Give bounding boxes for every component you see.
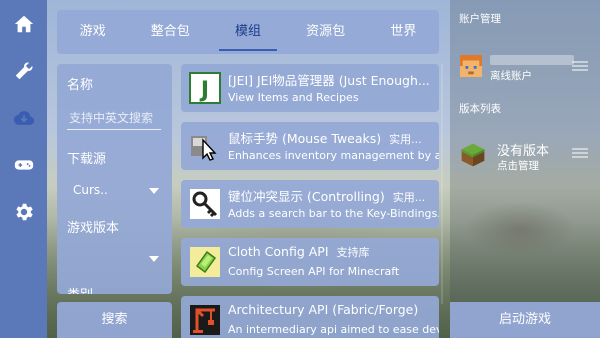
version-header: 版本列表: [459, 103, 501, 115]
mod-description: Config Screen API for Minecraft: [228, 265, 400, 278]
cloth-icon: [190, 247, 220, 277]
scrollbar[interactable]: [441, 64, 443, 304]
nav-tools-button[interactable]: [0, 47, 47, 94]
tab-modpack[interactable]: 整合包: [145, 10, 196, 54]
menu-icon[interactable]: [572, 61, 588, 73]
mod-title-text: Cloth Config API: [228, 244, 329, 259]
cloud-download-icon: [13, 110, 34, 125]
nav-download-button[interactable]: [0, 94, 47, 141]
dropdown-arrow-icon: [149, 256, 159, 262]
category-label: 类别: [67, 284, 93, 294]
mod-list: J [JEI] JEI物品管理器 (Just Enough... View It…: [181, 64, 439, 338]
key-icon: [190, 189, 220, 219]
version-title: 没有版本: [497, 144, 550, 159]
source-label: 下载源: [67, 152, 107, 167]
category-tabs: 游戏 整合包 模组 资源包 世界: [57, 10, 439, 54]
search-input[interactable]: 支持中英文搜索: [67, 108, 161, 130]
version-select[interactable]: [67, 248, 161, 270]
mod-title: Cloth Config API 支持库: [228, 244, 370, 260]
crane-icon: [190, 305, 220, 335]
list-item[interactable]: J [JEI] JEI物品管理器 (Just Enough... View It…: [181, 64, 439, 112]
mod-description: Enhances inventory management by a...: [228, 149, 439, 162]
name-label: 名称: [67, 78, 94, 93]
nav-rail: [0, 0, 47, 338]
list-item[interactable]: Cloth Config API 支持库 Config Screen API fo…: [181, 238, 439, 286]
mod-tag: 实用...: [392, 191, 426, 204]
list-item[interactable]: 键位冲突显示 (Controlling) 实用... Adds a search …: [181, 180, 439, 228]
jei-icon: J: [189, 72, 221, 104]
svg-text:J: J: [199, 78, 209, 103]
version-label: 游戏版本: [67, 221, 120, 236]
search-button[interactable]: 搜索: [57, 302, 172, 338]
mod-description: View Items and Recipes: [228, 91, 359, 104]
source-select[interactable]: Curs..: [67, 180, 161, 202]
account-name-blurred: [490, 55, 574, 65]
mod-description: Adds a search bar to the Key-Bindings...: [228, 207, 439, 220]
mod-title: 鼠标手势 (Mouse Tweaks) 实用...: [228, 128, 422, 147]
nav-controls-button[interactable]: [0, 141, 47, 188]
nav-home-button[interactable]: [0, 0, 47, 47]
list-item[interactable]: 鼠标手势 (Mouse Tweaks) 实用... Enhances invent…: [181, 122, 439, 170]
mod-title: [JEI] JEI物品管理器 (Just Enough...: [228, 73, 430, 88]
mod-description: An intermediary api aimed to ease dev...: [228, 323, 439, 336]
gamepad-icon: [14, 159, 33, 170]
wrench-icon: [15, 62, 32, 79]
mod-title-text: 键位冲突显示 (Controlling): [228, 189, 385, 204]
source-value: Curs..: [73, 183, 108, 197]
account-card[interactable]: 离线账户: [450, 55, 600, 103]
filter-panel: 名称 支持中英文搜索 下载源 Curs.. 游戏版本 类别: [57, 64, 172, 294]
tab-game[interactable]: 游戏: [74, 10, 112, 54]
account-type: 离线账户: [490, 70, 532, 82]
avatar: [460, 55, 482, 77]
gear-icon: [15, 203, 33, 220]
account-header: 账户管理: [459, 13, 501, 25]
mouse-cursor-icon: [191, 136, 217, 161]
launch-game-button[interactable]: 启动游戏: [450, 302, 600, 338]
list-item[interactable]: Architectury API (Fabric/Forge) An inter…: [181, 296, 439, 338]
mod-title: Architectury API (Fabric/Forge): [228, 302, 419, 317]
menu-icon[interactable]: [572, 148, 588, 160]
mod-tag: 实用...: [389, 133, 422, 146]
tab-resourcepack[interactable]: 资源包: [300, 10, 351, 54]
version-card[interactable]: 没有版本 点击管理: [450, 140, 600, 188]
mod-title-text: 鼠标手势 (Mouse Tweaks): [228, 131, 382, 146]
mod-tag: 支持库: [336, 246, 370, 259]
nav-settings-button[interactable]: [0, 188, 47, 235]
grass-block-icon: [461, 143, 485, 167]
version-subtitle: 点击管理: [497, 160, 539, 172]
mod-title: 键位冲突显示 (Controlling) 实用...: [228, 186, 425, 205]
tab-mods[interactable]: 模组: [218, 10, 277, 54]
tab-world[interactable]: 世界: [384, 10, 422, 54]
dropdown-arrow-icon: [149, 188, 159, 194]
home-icon: [14, 15, 33, 32]
